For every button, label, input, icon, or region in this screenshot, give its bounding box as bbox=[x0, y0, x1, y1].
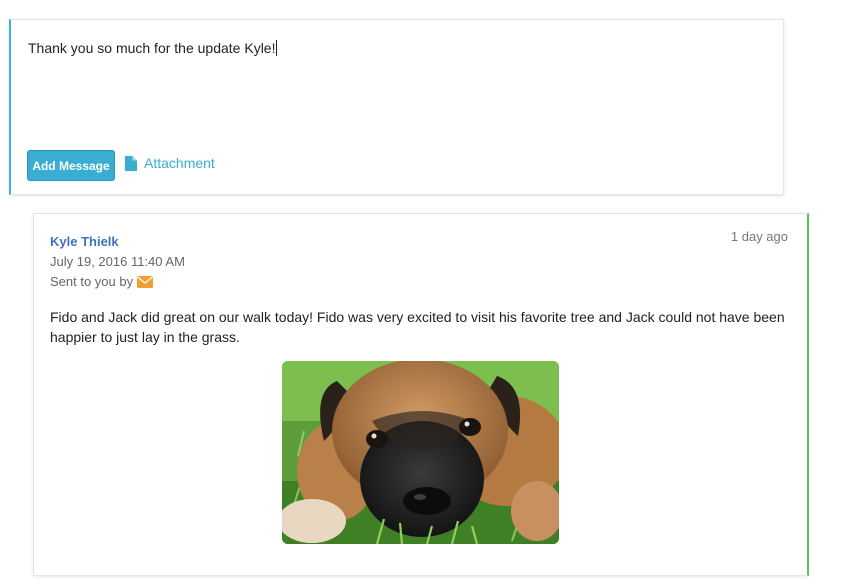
message-composer[interactable]: Thank you so much for the update Kyle! A… bbox=[9, 19, 784, 195]
file-icon bbox=[125, 155, 137, 171]
message-input-text: Thank you so much for the update Kyle! bbox=[28, 40, 276, 56]
puppy-photo[interactable] bbox=[282, 361, 559, 544]
message-time-ago: 1 day ago bbox=[730, 229, 788, 244]
author-name[interactable]: Kyle Thielk bbox=[50, 234, 119, 249]
message-date: July 19, 2016 11:40 AM bbox=[50, 254, 185, 269]
message-card: Kyle Thielk 1 day ago July 19, 2016 11:4… bbox=[33, 213, 809, 576]
message-body: Fido and Jack did great on our walk toda… bbox=[50, 309, 785, 345]
add-message-button[interactable]: Add Message bbox=[27, 150, 115, 181]
message-input[interactable]: Thank you so much for the update Kyle! bbox=[28, 40, 278, 56]
sent-via: Sent to you by bbox=[50, 274, 154, 289]
puppy-image bbox=[282, 361, 559, 544]
sent-via-label: Sent to you by bbox=[50, 274, 134, 289]
attachment-label: Attachment bbox=[144, 155, 215, 171]
text-caret bbox=[276, 40, 278, 56]
attachment-link[interactable]: Attachment bbox=[125, 153, 215, 173]
envelope-icon bbox=[137, 275, 154, 288]
